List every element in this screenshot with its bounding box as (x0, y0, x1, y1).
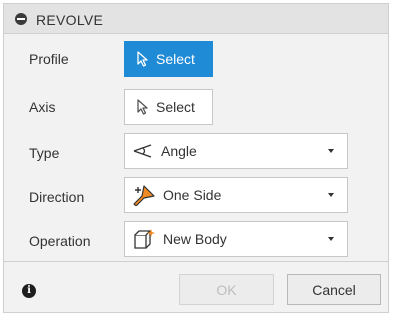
profile-row: Profile Select (4, 39, 388, 79)
profile-select-label: Select (156, 51, 195, 67)
info-icon[interactable]: i (22, 284, 36, 298)
axis-row: Axis Select (4, 87, 388, 127)
collapse-icon[interactable] (15, 13, 27, 25)
type-value: Angle (161, 143, 197, 159)
dialog-header[interactable]: REVOLVE (4, 4, 388, 34)
type-dropdown[interactable]: Angle (124, 133, 348, 169)
operation-value: New Body (163, 231, 227, 247)
direction-row: Direction One Side (4, 177, 388, 217)
axis-label: Axis (29, 99, 56, 115)
chevron-down-icon (328, 149, 334, 153)
one-side-direction-icon (132, 184, 156, 206)
type-row: Type Angle (4, 133, 388, 173)
cursor-arrow-icon (137, 99, 148, 115)
dialog-title: REVOLVE (36, 12, 104, 28)
chevron-down-icon (328, 193, 334, 197)
footer-divider (4, 261, 388, 262)
type-label: Type (29, 145, 60, 161)
direction-label: Direction (29, 189, 85, 205)
direction-value: One Side (163, 187, 222, 203)
profile-select-button[interactable]: Select (124, 41, 213, 77)
operation-row: Operation New Body (4, 221, 388, 261)
axis-select-button[interactable]: Select (124, 89, 213, 125)
revolve-dialog: REVOLVE Profile Select Axis Select Type (3, 3, 389, 313)
axis-select-label: Select (156, 99, 195, 115)
operation-label: Operation (29, 233, 91, 249)
ok-button[interactable]: OK (179, 274, 274, 305)
profile-label: Profile (29, 51, 69, 67)
operation-dropdown[interactable]: New Body (124, 221, 348, 257)
cursor-arrow-icon (137, 51, 148, 67)
angle-icon (132, 143, 154, 159)
new-body-icon (132, 228, 156, 250)
chevron-down-icon (328, 237, 334, 241)
cancel-button[interactable]: Cancel (287, 274, 381, 305)
direction-dropdown[interactable]: One Side (124, 177, 348, 213)
